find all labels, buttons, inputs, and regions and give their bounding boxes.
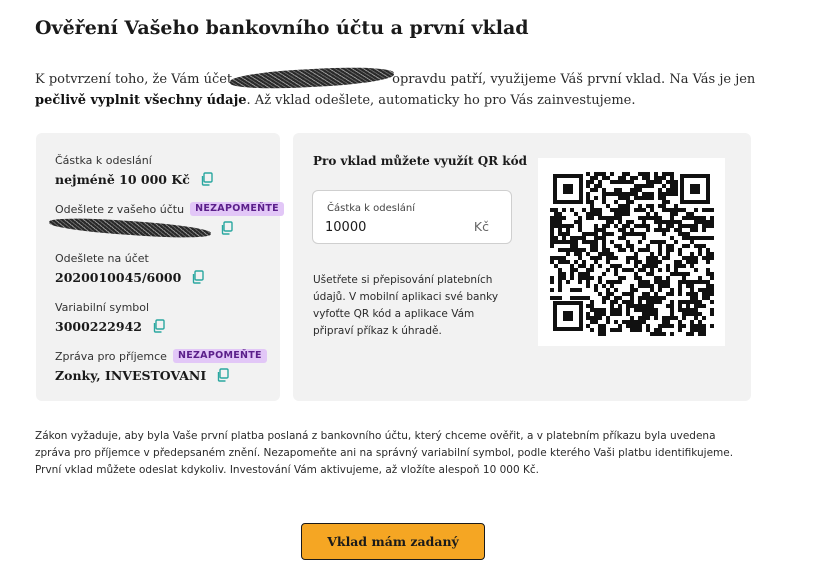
qr-code-image (538, 158, 725, 346)
copy-icon[interactable] (220, 221, 234, 235)
qr-amount-label: Částka k odeslání (327, 203, 415, 214)
to-account-value: 2020010045/6000 (55, 269, 182, 285)
variable-symbol-label: Variabilní symbol (55, 300, 150, 314)
message-label: Zpráva pro příjemce (55, 349, 167, 363)
field-variable-symbol: Variabilní symbol 3000222942 (55, 300, 166, 335)
legal-text: Zákon vyžaduje, aby byla Vaše první plat… (35, 430, 734, 476)
copy-icon[interactable] (200, 172, 214, 186)
intro-part-3: . Až vklad odešlete, automaticky ho pro … (246, 93, 636, 108)
copy-icon[interactable] (191, 270, 205, 284)
reminder-badge: NEZAPOMEŇTE (172, 349, 267, 363)
intro-bold: pečlivě vyplnit všechny údaje (35, 93, 247, 108)
intro-text: K potvrzení toho, že Vám účet opravdu pat… (35, 64, 795, 111)
qr-amount-field[interactable]: Částka k odeslání Kč (312, 190, 512, 244)
page-title: Ověření Vašeho bankovního účtu a první v… (35, 17, 529, 39)
reminder-badge: NEZAPOMEŇTE (190, 202, 284, 216)
amount-value: nejméně 10 000 Kč (55, 171, 190, 187)
field-to-account: Odešlete na účet 2020010045/6000 (55, 251, 205, 286)
intro-part-2: opravdu patří, využijeme Váš první vklad… (392, 72, 756, 87)
qr-amount-unit: Kč (473, 219, 489, 234)
from-account-label: Odešlete z vašeho účtu (55, 202, 185, 216)
amount-label: Částka k odeslání (55, 153, 152, 167)
redacted-account-number (229, 64, 395, 92)
qr-heading: Pro vklad můžete využít QR kód (313, 154, 528, 168)
field-amount: Částka k odeslání nejméně 10 000 Kč (55, 153, 214, 188)
intro-part-1: K potvrzení toho, že Vám účet (35, 72, 233, 87)
qr-help-text: Ušetřete si přepisování platebních údajů… (313, 274, 499, 337)
field-message: Zpráva pro příjemce NEZAPOMEŇTE Zonky, I… (55, 349, 267, 384)
variable-symbol-value: 3000222942 (55, 318, 142, 334)
qr-code-icon (550, 172, 714, 336)
message-value: Zonky, INVESTOVANI (55, 367, 207, 383)
qr-amount-input[interactable] (325, 217, 475, 237)
redacted-from-account (48, 215, 212, 241)
field-from-account: Odešlete z vašeho účtu NEZAPOMEŇTE (48, 202, 284, 241)
to-account-label: Odešlete na účet (55, 251, 149, 265)
copy-icon[interactable] (216, 368, 230, 382)
copy-icon[interactable] (152, 319, 166, 333)
deposit-done-button[interactable]: Vklad mám zadaný (301, 523, 485, 560)
